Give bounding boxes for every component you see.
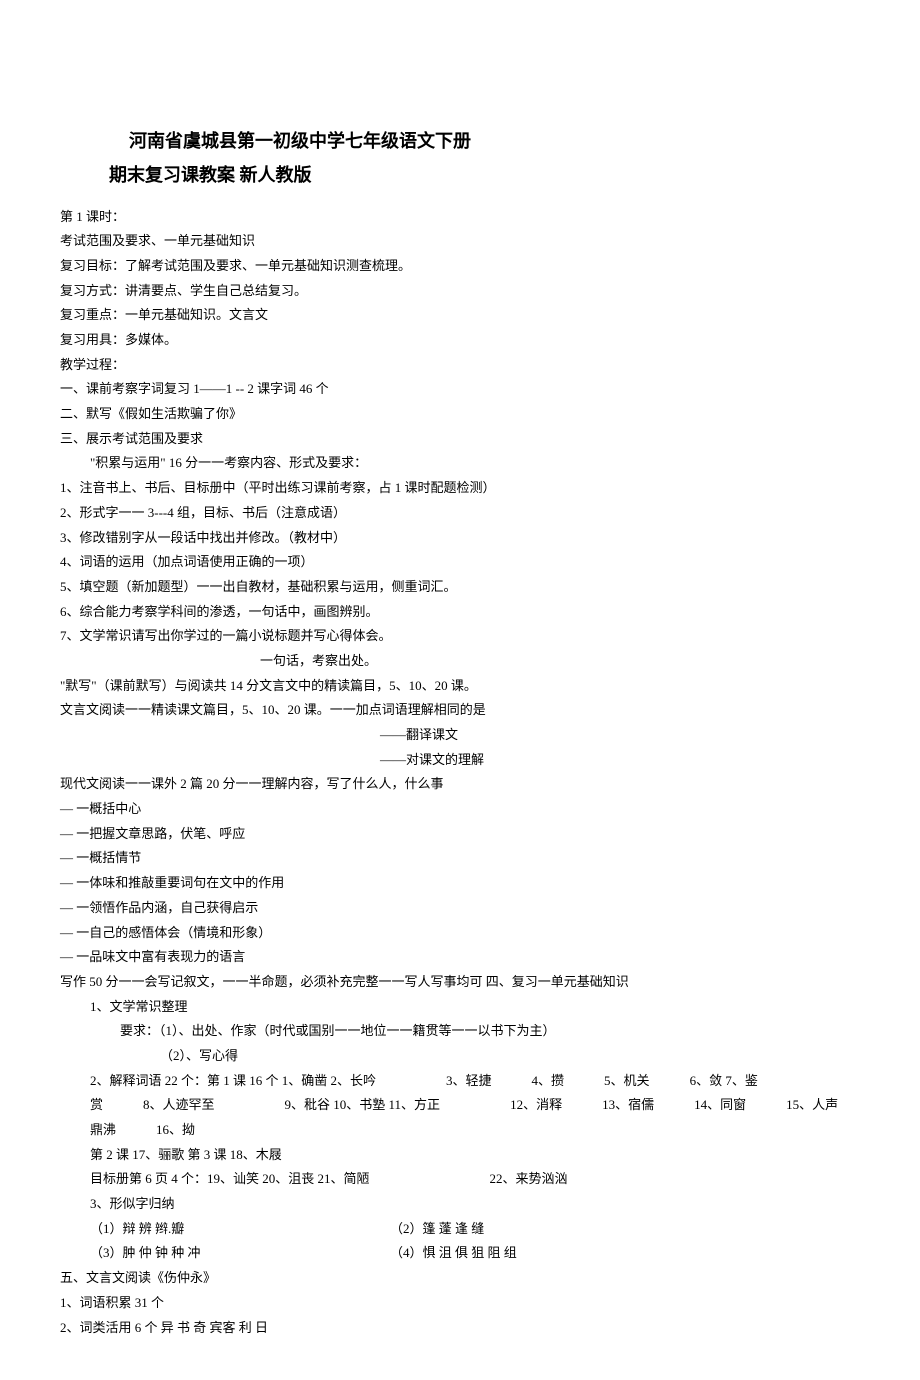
vocab-3a: 鼎沸 [90, 1118, 116, 1143]
item-4: 4、词语的运用（加点词语使用正确的一项） [60, 550, 860, 575]
vocab-row-1: 2、解释词语 22 个：第 1 课 16 个 1、确凿 2、长吟 3、轻捷 4、… [60, 1069, 860, 1094]
bullet-2: — 一把握文章思路，伏笔、呼应 [60, 822, 860, 847]
vocab-2c: 9、秕谷 10、书塾 11、方正 [285, 1093, 441, 1118]
review-method: 复习方式：讲清要点、学生自己总结复习。 [60, 279, 860, 304]
document-title: 河南省虞城县第一初级中学七年级语文下册 期末复习课教案 新人教版 [60, 90, 860, 193]
vocab-1b: 3、轻捷 [446, 1069, 492, 1094]
title-part2: 期末复习课教案 新人教版 [109, 158, 312, 192]
vocab-2e: 13、宿儒 [602, 1093, 654, 1118]
lesson-2-3: 第 2 课 17、骊歌 第 3 课 18、木屐 [60, 1143, 860, 1168]
bullet-4: — 一体味和推敲重要词句在文中的作用 [60, 871, 860, 896]
writing-50: 写作 50 分一一会写记叙文，一一半命题，必须补充完整一一写人写事均可 四、复习… [60, 970, 860, 995]
lesson-number: 第 1 课时： [60, 205, 860, 230]
review-tools: 复习用具：多媒体。 [60, 328, 860, 353]
similar-2a: （3）肿 仲 钟 种 冲 [90, 1241, 390, 1266]
vocab-1d: 5、机关 [604, 1069, 650, 1094]
title-part1: 河南省虞城县第一初级中学七年级语文下册 [129, 124, 471, 158]
word-usage: 2、词类活用 6 个 异 书 奇 宾客 利 日 [60, 1316, 860, 1341]
item-5: 5、填空题（新加题型）一一出自教材，基础积累与运用，侧重词汇。 [60, 575, 860, 600]
item-3: 3、修改错别字从一段话中找出并修改。（教材中） [60, 526, 860, 551]
item-7: 7、文学常识请写出你学过的一篇小说标题并写心得体会。 [60, 624, 860, 649]
similar-row-1: （1）辩 辨 辫.瓣 （2）篷 蓬 逢 缝 [60, 1217, 860, 1242]
section-3: 三、展示考试范围及要求 [60, 427, 860, 452]
vocab-1c: 4、攒 [532, 1069, 565, 1094]
vocab-2f: 14、同窗 [694, 1093, 746, 1118]
item-2: 2、形式字一一 3---4 组，目标、书后（注意成语） [60, 501, 860, 526]
vocab-2a: 赏 [90, 1093, 103, 1118]
similar-row-2: （3）肿 仲 钟 种 冲 （4）惧 沮 俱 狙 阻 组 [60, 1241, 860, 1266]
bullet-3: — 一概括情节 [60, 846, 860, 871]
item-1: 1、注音书上、书后、目标册中（平时出练习课前考察，占 1 课时配题检测） [60, 476, 860, 501]
similar-2b: （4）惧 沮 俱 狙 阻 组 [390, 1241, 517, 1266]
requirement-2: （2）、写心得 [60, 1044, 860, 1069]
bullet-7: — 一品味文中富有表现力的语言 [60, 945, 860, 970]
vocab-3b: 16、拗 [156, 1118, 195, 1143]
dictation: "默写"（课前默写）与阅读共 14 分文言文中的精读篇目，5、10、20 课。 [60, 674, 860, 699]
vocab-row-2: 赏 8、人迹罕至 9、秕谷 10、书塾 11、方正 12、消释 13、宿儒 14… [60, 1093, 860, 1118]
accumulation-usage: "积累与运用" 16 分一一考察内容、形式及要求： [60, 451, 860, 476]
section-1: 一、课前考察字词复习 1——1 -- 2 课字词 46 个 [60, 377, 860, 402]
vocab-2g: 15、人声 [786, 1093, 838, 1118]
translate-text: ——翻译课文 [60, 723, 860, 748]
similar-char: 3、形似字归纳 [60, 1192, 860, 1217]
review-focus: 复习重点：一单元基础知识。文言文 [60, 303, 860, 328]
vocab-2b: 8、人迹罕至 [143, 1093, 215, 1118]
vocab-row-3: 鼎沸 16、拗 [60, 1118, 860, 1143]
vocab-1e: 6、敛 7、鉴 [690, 1069, 758, 1094]
similar-1b: （2）篷 蓬 逢 缝 [390, 1217, 484, 1242]
one-sentence: 一句话，考察出处。 [60, 649, 860, 674]
exam-scope: 考试范围及要求、一单元基础知识 [60, 229, 860, 254]
requirement-1: 要求：（1）、出处、作家（时代或国别一一地位一一籍贯等一一以书下为主） [60, 1019, 860, 1044]
similar-1a: （1）辩 辨 辫.瓣 [90, 1217, 390, 1242]
section-5: 五、文言文阅读《伤仲永》 [60, 1266, 860, 1291]
word-accumulation: 1、词语积累 31 个 [60, 1291, 860, 1316]
literary-knowledge: 1、文学常识整理 [60, 995, 860, 1020]
understand-text: ——对课文的理解 [60, 748, 860, 773]
section-2: 二、默写《假如生活欺骗了你》 [60, 402, 860, 427]
classical-reading: 文言文阅读一一精读课文篇目，5、10、20 课。一一加点词语理解相同的是 [60, 698, 860, 723]
vocab-1a: 2、解释词语 22 个：第 1 课 16 个 1、确凿 2、长吟 [90, 1069, 376, 1094]
target-book-a: 目标册第 6 页 4 个：19、讪笑 20、沮丧 21、简陋 [90, 1167, 370, 1192]
target-book-b: 22、来势汹汹 [490, 1167, 568, 1192]
target-book-row: 目标册第 6 页 4 个：19、讪笑 20、沮丧 21、简陋 22、来势汹汹 [60, 1167, 860, 1192]
vocab-2d: 12、消释 [510, 1093, 562, 1118]
bullet-1: — 一概括中心 [60, 797, 860, 822]
modern-reading: 现代文阅读一一课外 2 篇 20 分一一理解内容，写了什么人，什么事 [60, 772, 860, 797]
bullet-6: — 一自己的感悟体会（情境和形象） [60, 921, 860, 946]
bullet-5: — 一领悟作品内涵，自己获得启示 [60, 896, 860, 921]
item-6: 6、综合能力考察学科间的渗透，一句话中，画图辨别。 [60, 600, 860, 625]
teaching-process: 教学过程： [60, 353, 860, 378]
review-goal: 复习目标：了解考试范围及要求、一单元基础知识测查梳理。 [60, 254, 860, 279]
